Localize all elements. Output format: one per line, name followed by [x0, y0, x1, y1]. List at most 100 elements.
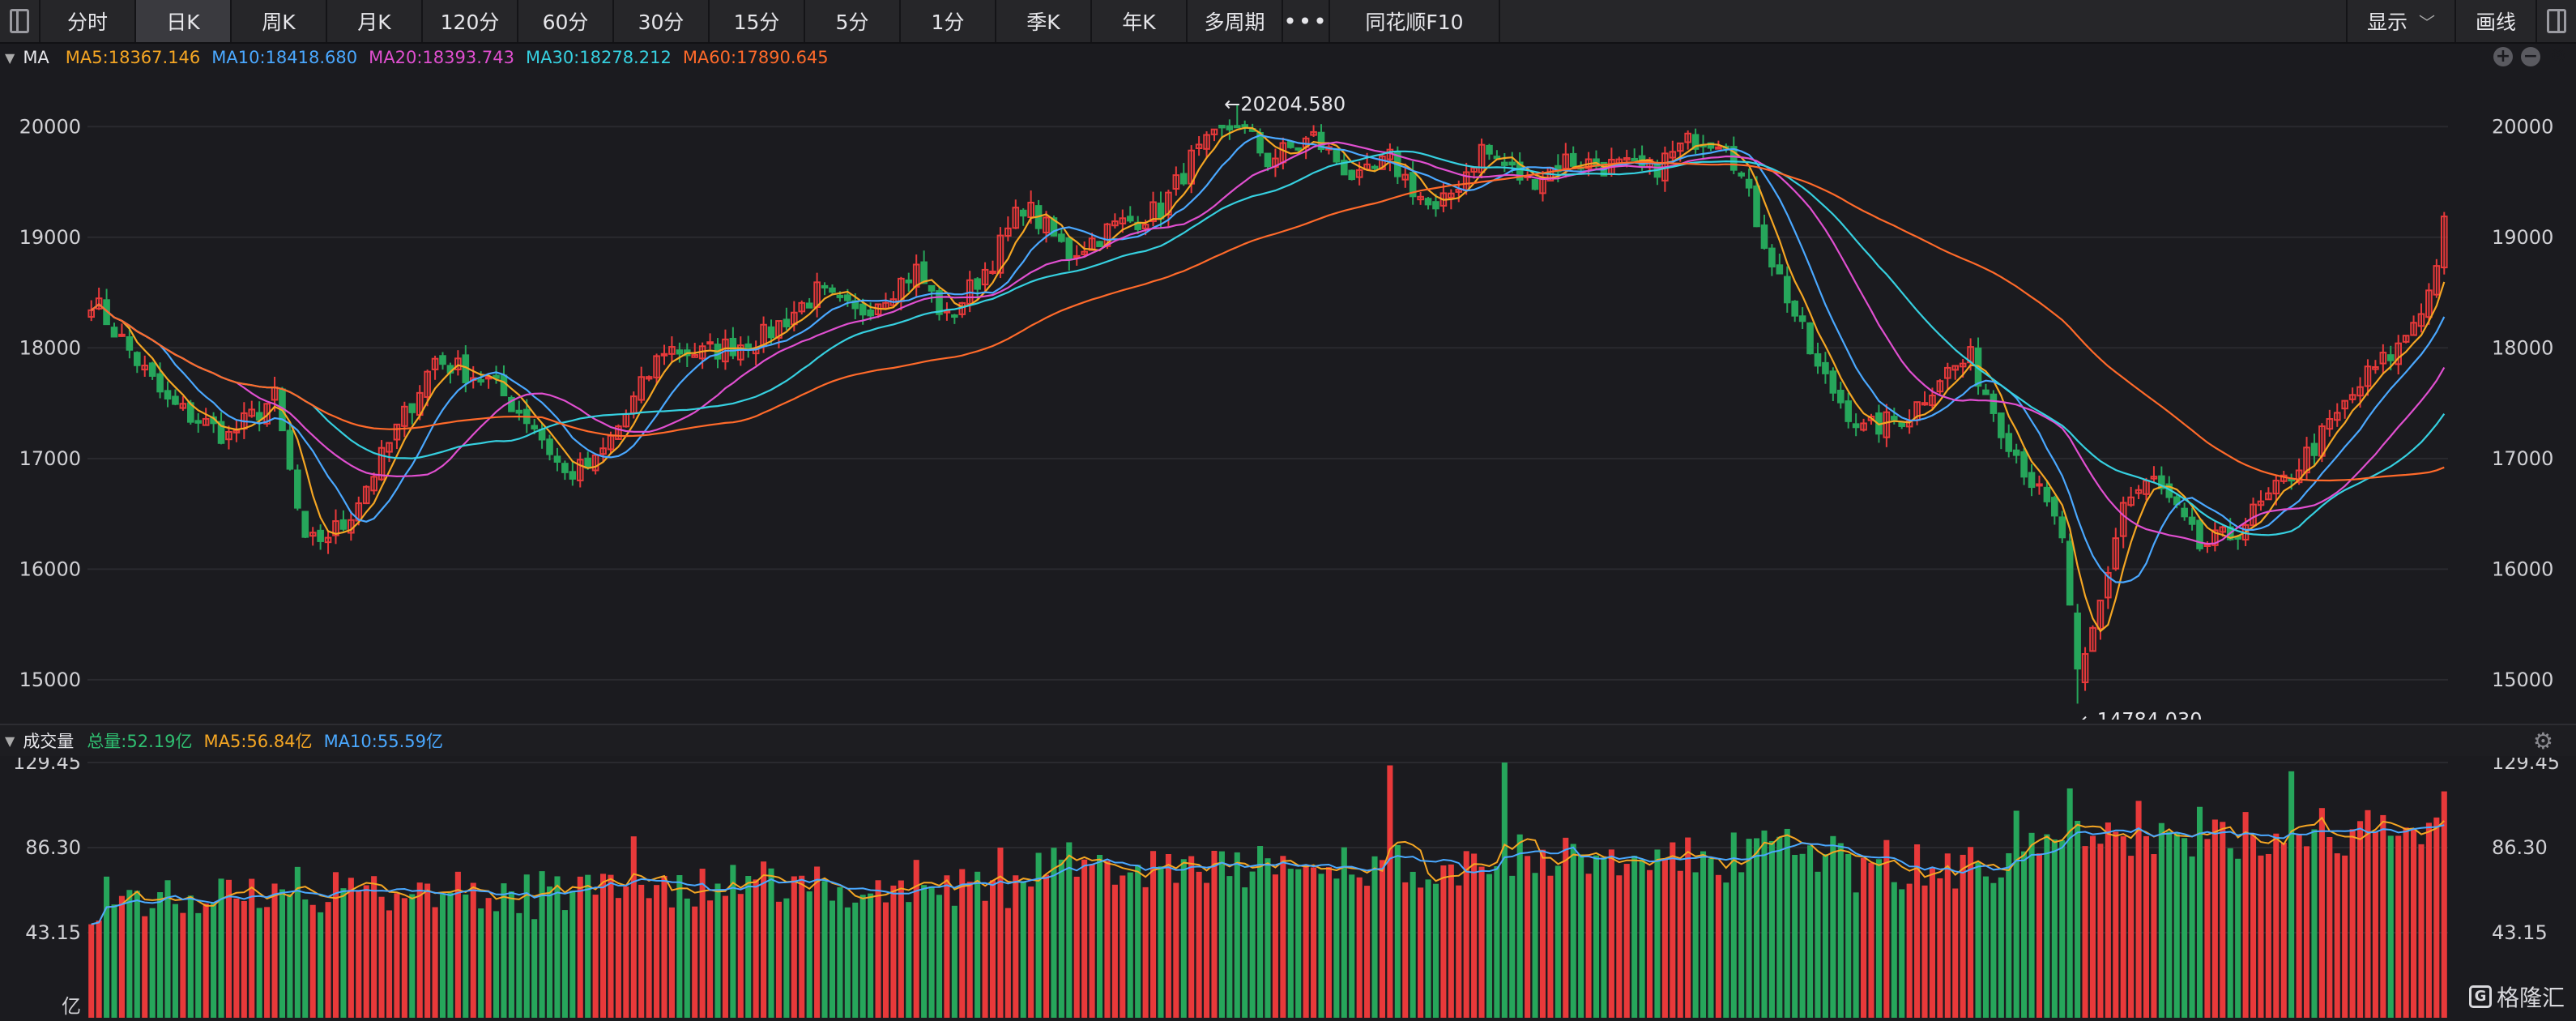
- volume-bar: [325, 902, 331, 1018]
- collapse-triangle-icon[interactable]: ▼: [5, 733, 15, 749]
- volume-bar: [394, 893, 400, 1018]
- volume-bar: [745, 876, 752, 1018]
- volume-bar: [959, 869, 966, 1018]
- volume-bar: [1150, 851, 1157, 1018]
- volume-bar: [2006, 852, 2012, 1018]
- volume-chart[interactable]: 43.15 43.15 86.30 86.30 129.45 129.45 亿: [0, 751, 2576, 1018]
- volume-bar: [1792, 855, 1798, 1018]
- tab-11[interactable]: 年K: [1092, 0, 1188, 42]
- volume-bar: [1165, 854, 1171, 1018]
- volume-bar: [2349, 829, 2356, 1018]
- tab-5[interactable]: 60分: [518, 0, 614, 42]
- volume-bar: [1425, 879, 1431, 1018]
- f10-button[interactable]: 同花顺F10: [1330, 0, 1500, 42]
- draw-line-button[interactable]: 画线: [2454, 0, 2535, 42]
- volume-bar: [203, 904, 209, 1018]
- tab-10[interactable]: 季K: [996, 0, 1092, 42]
- candle-body: [2188, 516, 2196, 525]
- volume-bar: [164, 880, 171, 1018]
- tab-9[interactable]: 1分: [901, 0, 996, 42]
- candle-body: [920, 261, 928, 284]
- volume-bar: [844, 907, 851, 1018]
- volume-bar: [1318, 874, 1324, 1018]
- volume-bar: [1486, 874, 1493, 1018]
- volume-bar: [256, 908, 262, 1018]
- volume-legend: ▼ 成交量 总量:52.19亿 MA5:56.84亿 MA10:55.59亿 ⚙: [0, 724, 2576, 756]
- chevron-down-icon: ﹀: [2418, 12, 2435, 32]
- volume-bar: [1471, 853, 1478, 1018]
- volume-bar: [1410, 871, 1416, 1018]
- volume-bar: [371, 876, 377, 1018]
- volume-bar: [340, 888, 347, 1018]
- volume-settings-gear-icon[interactable]: ⚙: [2533, 728, 2553, 754]
- tab-12[interactable]: 多周期: [1188, 0, 1283, 42]
- candle-body: [905, 279, 913, 284]
- candle-body: [1486, 144, 1493, 155]
- volume-bar: [2204, 839, 2211, 1018]
- volume-bar: [2418, 844, 2425, 1018]
- volume-bar: [1525, 856, 1531, 1018]
- candle-body: [1333, 148, 1341, 163]
- volume-bar: [1341, 847, 1347, 1018]
- display-dropdown[interactable]: 显示 ﹀: [2345, 0, 2454, 42]
- panel-toggle-icon[interactable]: [2535, 0, 2576, 42]
- volume-bar: [1837, 843, 1844, 1018]
- zoom-in-icon[interactable]: +: [2493, 47, 2513, 66]
- tab-0[interactable]: 分时: [41, 0, 136, 42]
- volume-bar: [225, 879, 232, 1018]
- volume-bar: [623, 886, 629, 1018]
- volume-bar: [1830, 835, 1836, 1018]
- tab-2[interactable]: 周K: [232, 0, 327, 42]
- candlestick-chart[interactable]: 15000 15000 16000 16000 17000 17000 18000 18000…: [0, 71, 2576, 731]
- ma-line-ma5: [91, 126, 2446, 633]
- more-periods-button[interactable]: •••: [1283, 0, 1330, 42]
- candle-body: [989, 271, 996, 275]
- volume-bar: [249, 878, 255, 1018]
- tab-4[interactable]: 120分: [423, 0, 518, 42]
- candle-body: [1348, 169, 1356, 181]
- volume-bar: [2334, 853, 2340, 1018]
- volume-bar: [2135, 801, 2142, 1018]
- candle-body: [1233, 125, 1241, 129]
- volume-bar: [852, 902, 859, 1018]
- candle-body: [126, 335, 134, 351]
- volume-bar: [2113, 831, 2119, 1018]
- volume-bar: [241, 900, 247, 1018]
- volume-bar: [707, 900, 714, 1018]
- volume-bar: [2211, 819, 2218, 1018]
- volume-bar: [928, 886, 935, 1018]
- watermark-logo-icon: G: [2468, 985, 2492, 1008]
- volume-bar: [1287, 869, 1294, 1018]
- tab-6[interactable]: 30分: [614, 0, 710, 42]
- volume-bar: [2220, 822, 2226, 1018]
- settings-gear-icon[interactable]: ⚙: [2548, 47, 2568, 66]
- volume-bar: [2395, 835, 2402, 1018]
- zoom-out-icon[interactable]: −: [2521, 47, 2540, 66]
- candle-body: [729, 337, 737, 357]
- volume-bar: [2051, 839, 2058, 1018]
- volume-bar: [1013, 875, 1019, 1018]
- tab-8[interactable]: 5分: [805, 0, 901, 42]
- volume-bar: [837, 886, 843, 1018]
- volume-bar: [1004, 908, 1011, 1018]
- candle-body: [951, 314, 958, 318]
- volume-bar: [1265, 858, 1271, 1018]
- sidebar-toggle-icon[interactable]: [0, 0, 41, 42]
- volume-bar: [1311, 867, 1317, 1018]
- tab-1[interactable]: 日K: [136, 0, 232, 42]
- tab-3[interactable]: 月K: [327, 0, 423, 42]
- tab-7[interactable]: 15分: [710, 0, 805, 42]
- candle-body: [1631, 157, 1638, 161]
- volume-bar: [1845, 853, 1852, 1018]
- volume-bar: [1944, 853, 1951, 1018]
- candle-body: [569, 471, 577, 480]
- volume-bar: [2013, 810, 2019, 1018]
- volume-bar: [1677, 870, 1683, 1018]
- collapse-triangle-icon[interactable]: ▼: [5, 50, 15, 66]
- volume-bar: [768, 868, 774, 1018]
- candle-body: [2043, 486, 2051, 502]
- volume-bar: [2387, 835, 2394, 1018]
- volume-bar: [1249, 871, 1256, 1018]
- candle-body: [286, 429, 294, 470]
- candle-body: [1845, 400, 1853, 422]
